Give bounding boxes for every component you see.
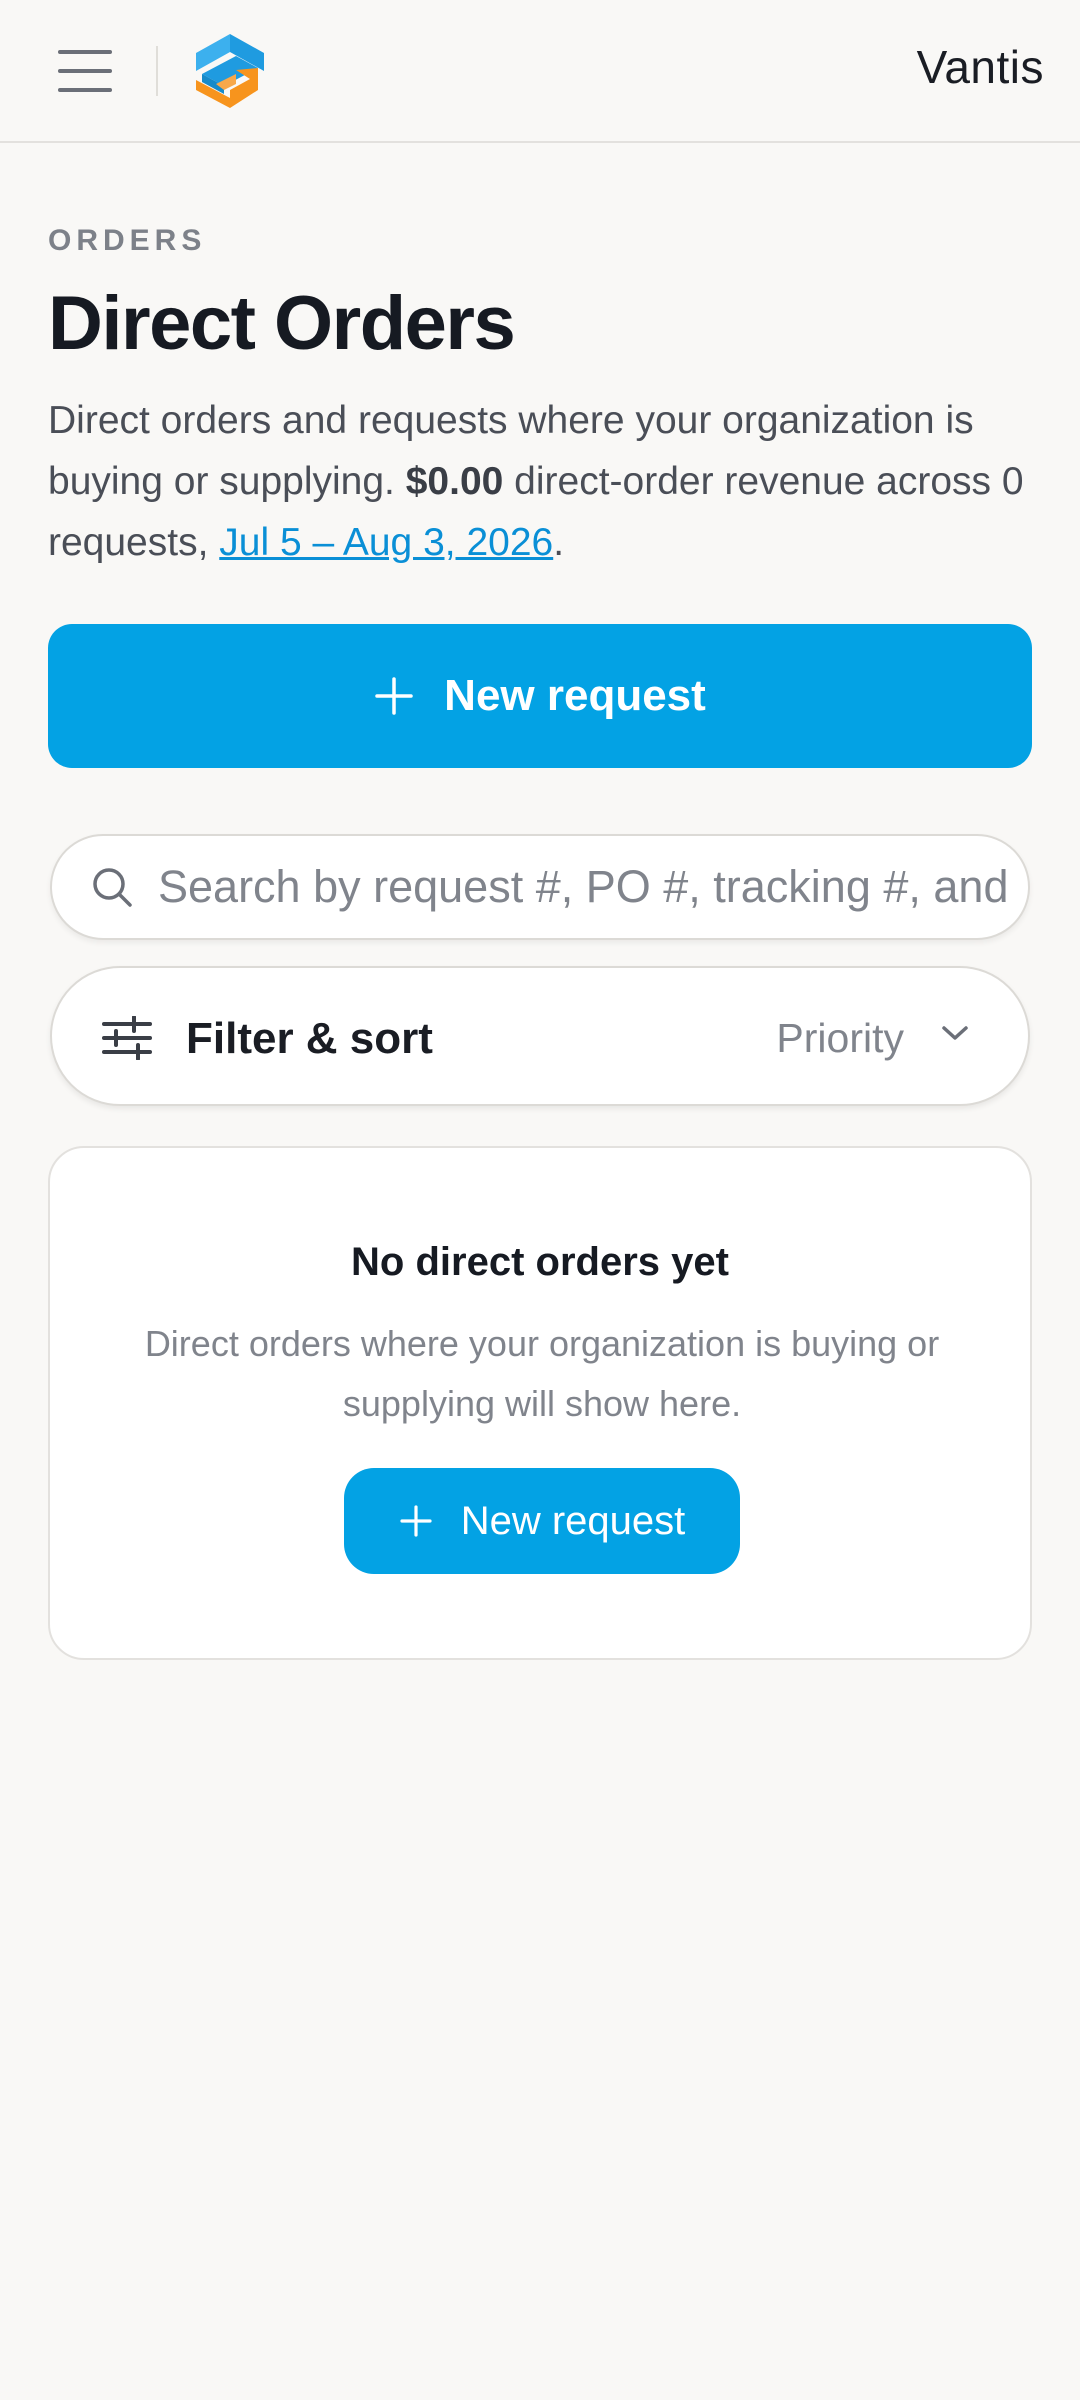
new-request-button[interactable]: New request (48, 624, 1032, 768)
menu-button[interactable] (48, 36, 122, 106)
empty-state-card: No direct orders yet Direct orders where… (48, 1146, 1032, 1660)
hamburger-menu-icon (58, 50, 112, 54)
empty-state-title: No direct orders yet (351, 1240, 729, 1284)
search-input[interactable] (158, 861, 1008, 913)
plus-icon (375, 677, 413, 715)
date-range-link[interactable]: Jul 5 – Aug 3, 2026 (219, 521, 553, 564)
filter-sort-button[interactable]: Filter & sort Priority (50, 966, 1030, 1106)
page-eyebrow: ORDERS (48, 224, 207, 257)
empty-state-new-request-button[interactable]: New request (344, 1468, 740, 1574)
new-request-label: New request (444, 671, 706, 720)
empty-state-description: Direct orders where your organization is… (144, 1323, 940, 1424)
plus-icon (400, 1505, 432, 1537)
search-icon (93, 868, 132, 907)
brand-logo-icon[interactable] (196, 34, 264, 108)
app-header: Vantis (0, 0, 1080, 143)
sort-value: Priority (776, 1015, 904, 1061)
brand-name: Vantis (916, 41, 1044, 93)
page-title: Direct Orders (48, 281, 516, 366)
header-divider (156, 46, 158, 96)
search-box[interactable] (50, 834, 1030, 940)
page-description: Direct orders and requests where your or… (48, 390, 1048, 573)
revenue-amount: $0.00 (405, 460, 504, 503)
chevron-down-icon (942, 1026, 968, 1040)
sliders-icon (102, 1016, 152, 1060)
empty-state-button-label: New request (460, 1498, 686, 1543)
intro-text-end: . (553, 521, 565, 564)
filter-sort-label: Filter & sort (186, 1014, 433, 1063)
